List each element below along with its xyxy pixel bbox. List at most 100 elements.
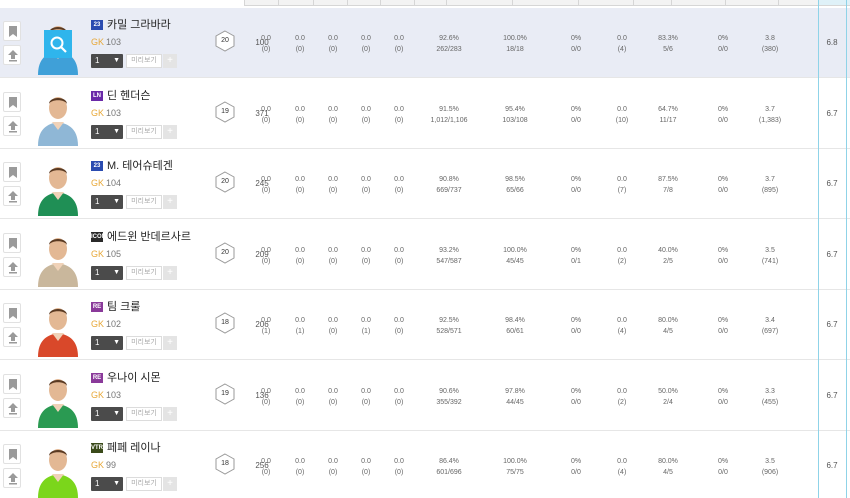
stat-c5-top: 3.4 bbox=[765, 317, 775, 324]
plus-button[interactable]: + bbox=[163, 266, 177, 280]
preview-button[interactable]: 미리보기 bbox=[126, 266, 162, 280]
preview-button[interactable]: 미리보기 bbox=[126, 125, 162, 139]
plus-button[interactable]: + bbox=[163, 125, 177, 139]
bookmark-icon bbox=[9, 308, 17, 319]
player-photo[interactable] bbox=[32, 366, 84, 428]
enhance-level-select[interactable]: 1 ▼ bbox=[91, 125, 123, 139]
table-row[interactable]: LN 딘 헨더슨 GK 103 1 ▼ 미리보기 + 19 371 0.0 (0) 0.0 (0) 0.0… bbox=[0, 79, 850, 149]
player-photo[interactable] bbox=[32, 225, 84, 287]
enhance-level-select[interactable]: 1 ▼ bbox=[91, 195, 123, 209]
bookmark-button[interactable] bbox=[3, 303, 21, 323]
grade-hexagon: 18 bbox=[215, 312, 235, 334]
player-photo[interactable] bbox=[32, 295, 84, 357]
preview-button[interactable]: 미리보기 bbox=[126, 407, 162, 421]
grade-hexagon: 19 bbox=[215, 101, 235, 123]
stat-c3-top: 80.0% bbox=[658, 317, 678, 324]
player-name[interactable]: 에드윈 반데르사르 bbox=[107, 230, 191, 244]
rating-value: 6.7 bbox=[826, 320, 838, 329]
upload-button[interactable] bbox=[3, 257, 21, 277]
stat-pass2-top: 98.5% bbox=[505, 176, 525, 183]
stat-c3-top: 80.0% bbox=[658, 458, 678, 465]
stat-pass-top: 90.8% bbox=[439, 176, 459, 183]
stat-c5-top: 3.7 bbox=[765, 106, 775, 113]
bookmark-button[interactable] bbox=[3, 92, 21, 112]
bookmark-icon bbox=[9, 238, 17, 249]
position-label: GK bbox=[91, 319, 105, 329]
preview-button[interactable]: 미리보기 bbox=[126, 195, 162, 209]
player-name[interactable]: 페페 레이나 bbox=[107, 441, 161, 455]
stat-c3-top: 83.3% bbox=[658, 35, 678, 42]
bookmark-button[interactable] bbox=[3, 374, 21, 394]
stat-c3-top: 40.0% bbox=[658, 247, 678, 254]
player-photo[interactable] bbox=[32, 154, 84, 216]
stat-pass-top: 92.6% bbox=[439, 35, 459, 42]
bookmark-button[interactable] bbox=[3, 233, 21, 253]
overall-value: 103 bbox=[106, 390, 122, 400]
stat-pass2-bottom: 103/108 bbox=[502, 117, 528, 124]
chevron-down-icon: ▼ bbox=[113, 198, 120, 205]
chevron-down-icon: ▼ bbox=[113, 269, 120, 276]
enhance-level-select[interactable]: 1 ▼ bbox=[91, 266, 123, 280]
player-name[interactable]: 딘 헨더슨 bbox=[107, 89, 151, 103]
bookmark-button[interactable] bbox=[3, 21, 21, 41]
plus-button[interactable]: + bbox=[163, 407, 177, 421]
arrow-up-icon bbox=[8, 403, 18, 415]
player-photo[interactable] bbox=[32, 436, 84, 498]
stat-c5-top: 3.7 bbox=[765, 176, 775, 183]
bookmark-icon bbox=[9, 26, 17, 37]
search-icon bbox=[50, 36, 67, 53]
grade-value: 19 bbox=[221, 108, 229, 115]
grade-value: 19 bbox=[221, 390, 229, 397]
table-row[interactable]: ICON 에드윈 반데르사르 GK 105 1 ▼ 미리보기 + 20 209 0.0 (0) 0.0… bbox=[0, 220, 850, 290]
position-label: GK bbox=[91, 178, 105, 188]
player-name[interactable]: 팀 크룰 bbox=[107, 300, 140, 314]
enhance-level-select[interactable]: 1 ▼ bbox=[91, 477, 123, 491]
upload-button[interactable] bbox=[3, 468, 21, 488]
season-badge: 23 bbox=[91, 20, 103, 30]
table-row[interactable]: 23 M. 테어슈테겐 GK 104 1 ▼ 미리보기 + 20 245 0.0 (0) 0.0 (0)… bbox=[0, 149, 850, 219]
arrow-up-icon bbox=[8, 191, 18, 203]
player-name[interactable]: 카밀 그라바라 bbox=[107, 18, 171, 32]
stat-c5-bottom: (697) bbox=[761, 328, 779, 335]
chevron-down-icon: ▼ bbox=[113, 339, 120, 346]
plus-button[interactable]: + bbox=[163, 336, 177, 350]
upload-button[interactable] bbox=[3, 186, 21, 206]
position-label: GK bbox=[91, 390, 105, 400]
plus-button[interactable]: + bbox=[163, 54, 177, 68]
upload-button[interactable] bbox=[3, 327, 21, 347]
preview-button[interactable]: 미리보기 bbox=[126, 54, 162, 68]
player-name[interactable]: 우나이 시몬 bbox=[107, 371, 161, 385]
preview-button[interactable]: 미리보기 bbox=[126, 477, 162, 491]
stat-c3-bottom: 7/8 bbox=[663, 187, 673, 194]
chevron-down-icon: ▼ bbox=[113, 128, 120, 135]
position-label: GK bbox=[91, 249, 105, 259]
grade-hexagon: 18 bbox=[215, 453, 235, 475]
stat-c3-top: 64.7% bbox=[658, 106, 678, 113]
plus-button[interactable]: + bbox=[163, 477, 177, 491]
enhance-level-select[interactable]: 1 ▼ bbox=[91, 336, 123, 350]
upload-button[interactable] bbox=[3, 398, 21, 418]
player-photo[interactable] bbox=[32, 84, 84, 146]
bookmark-button[interactable] bbox=[3, 162, 21, 182]
enhance-level-value: 1 bbox=[95, 479, 100, 488]
table-row[interactable]: VTR 페페 레이나 GK 99 1 ▼ 미리보기 + 18 256 0.0 (0) 0.0 (0) 0.… bbox=[0, 431, 850, 498]
enhance-level-select[interactable]: 1 ▼ bbox=[91, 54, 123, 68]
stat-c5-bottom: (380) bbox=[761, 46, 779, 53]
bookmark-icon bbox=[9, 449, 17, 460]
enhance-level-value: 1 bbox=[95, 56, 100, 65]
enhance-level-select[interactable]: 1 ▼ bbox=[91, 407, 123, 421]
upload-button[interactable] bbox=[3, 116, 21, 136]
stat-pass-bottom: 355/392 bbox=[436, 399, 462, 406]
grade-hexagon: 20 bbox=[215, 30, 235, 52]
table-row[interactable]: 23 카밀 그라바라 GK 103 1 ▼ 미리보기 + 20 100 0.0 (0) 0.0 (0) 0… bbox=[0, 8, 850, 78]
upload-button[interactable] bbox=[3, 45, 21, 65]
preview-button[interactable]: 미리보기 bbox=[126, 336, 162, 350]
search-overlay-button[interactable] bbox=[44, 30, 72, 58]
enhance-level-value: 1 bbox=[95, 338, 100, 347]
plus-button[interactable]: + bbox=[163, 195, 177, 209]
grade-value: 18 bbox=[221, 460, 229, 467]
bookmark-button[interactable] bbox=[3, 444, 21, 464]
player-name[interactable]: M. 테어슈테겐 bbox=[107, 159, 173, 173]
table-row[interactable]: RE 우나이 시몬 GK 103 1 ▼ 미리보기 + 19 136 0.0 (0) 0.0 (0) 0.… bbox=[0, 361, 850, 431]
table-row[interactable]: RE 팀 크룰 GK 102 1 ▼ 미리보기 + 18 206 0.0 (1) 0.0 (1) 0.0(… bbox=[0, 290, 850, 360]
